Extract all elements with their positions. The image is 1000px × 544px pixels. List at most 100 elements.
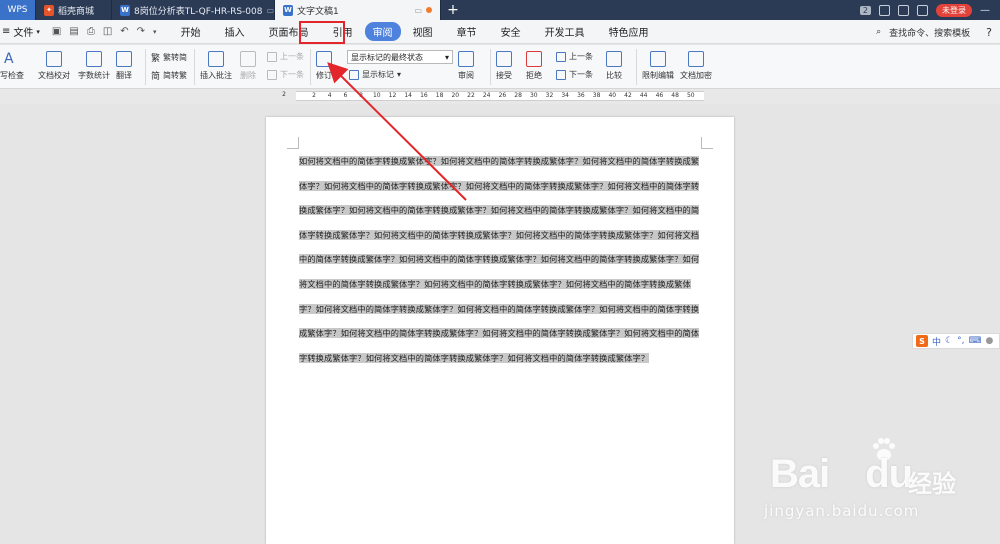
moon-icon[interactable]: ☾: [945, 336, 953, 346]
window-count-badge[interactable]: 2: [859, 5, 871, 15]
translate-button[interactable]: 翻译: [116, 51, 132, 81]
simp-to-trad-button[interactable]: 简 简转繁: [151, 69, 187, 82]
print-preview-icon[interactable]: ◫: [103, 26, 112, 37]
chevron-down-icon[interactable]: ▾: [153, 28, 157, 36]
chevron-down-icon: ▾: [36, 27, 40, 36]
menu-insert[interactable]: 插入: [213, 20, 257, 44]
simp-to-trad-icon: 简: [151, 72, 161, 82]
chevron-down-icon: ▾: [397, 70, 402, 79]
ime-toolbar[interactable]: S 中 ☾ °, ⌨ ●: [912, 333, 1000, 349]
menu-review[interactable]: 审阅: [359, 20, 407, 44]
restrict-editing-button[interactable]: 限制编辑: [642, 51, 674, 81]
ruler-tick-label: 32: [545, 92, 554, 99]
undo-icon[interactable]: ↶: [120, 26, 128, 37]
trad-to-simp-icon: 繁: [151, 54, 161, 64]
show-markup-button[interactable]: 显示标记 ▾: [349, 69, 401, 80]
ruler-tick-label: 28: [514, 92, 522, 99]
login-button[interactable]: 未登录: [936, 3, 972, 17]
shirt-icon[interactable]: [898, 4, 909, 16]
keyboard-icon[interactable]: ⌨: [968, 336, 981, 346]
spell-check-icon: A: [4, 51, 14, 67]
ruler-tick-label: 46: [655, 92, 664, 99]
menu-home[interactable]: 开始: [169, 20, 213, 44]
compare-icon: [606, 51, 622, 67]
ime-mode[interactable]: 中: [932, 335, 941, 348]
reject-button[interactable]: 拒绝: [526, 51, 542, 81]
punctuation-icon[interactable]: °,: [957, 336, 964, 346]
save-icon[interactable]: ▣: [52, 26, 61, 37]
ruler-tick-label: 6: [343, 92, 348, 99]
ruler-tick-label: 22: [467, 92, 475, 99]
next-comment-button[interactable]: 下一条: [267, 69, 304, 80]
ruler-tick-label: 14: [404, 92, 413, 99]
minimize-icon[interactable]: —: [980, 5, 990, 16]
ruler-tick-label: 34: [561, 92, 570, 99]
settings-icon[interactable]: [917, 4, 928, 16]
margin-corner-mark: [287, 137, 299, 149]
track-changes-button[interactable]: 修订: [316, 51, 332, 81]
file-menu[interactable]: ≡ 文件 ▾: [0, 24, 46, 39]
next-change-button[interactable]: 下一条: [556, 69, 593, 80]
encrypt-document-button[interactable]: 文档加密: [680, 51, 712, 81]
compare-button[interactable]: 比较: [606, 51, 622, 81]
tab-wps[interactable]: WPS: [0, 0, 36, 20]
print-icon[interactable]: ⎙: [87, 26, 95, 37]
next-change-icon: [556, 69, 566, 80]
next-comment-icon: [267, 69, 277, 80]
redo-icon[interactable]: ↷: [137, 26, 145, 37]
selected-text[interactable]: 如何将文档中的简体字转换成繁体字？如何将文档中的简体字转换成繁体字？如何将文档中…: [299, 156, 700, 363]
accept-icon: [496, 51, 512, 67]
ruler-tick-label: 36: [577, 92, 585, 99]
writer-doc-icon: W: [283, 4, 293, 16]
menu-developer[interactable]: 开发工具: [533, 20, 597, 44]
comment-icon: [208, 51, 224, 67]
trad-to-simp-button[interactable]: 繁 繁转简: [151, 51, 187, 64]
word-count-button[interactable]: 字数统计: [78, 51, 110, 81]
document-page[interactable]: 如何将文档中的简体字转换成繁体字？如何将文档中的简体字转换成繁体字？如何将文档中…: [266, 117, 734, 544]
prev-change-button[interactable]: 上一条: [556, 51, 593, 62]
ruler-track: 2 4 6 8 10 12 14 16 18 20 22 24 26 28 30 32 34 36 38 40 42 44…: [296, 91, 704, 101]
tab-docer-store[interactable]: ✦ 稻壳商城: [36, 0, 112, 20]
quick-access: ▣ ▤ ⎙ ◫ ↶ ↷ ▾: [46, 26, 169, 37]
delete-comment-button[interactable]: 删除: [240, 51, 256, 81]
tab-current-doc[interactable]: W 文字文稿1 ▭: [275, 0, 441, 20]
proofread-button[interactable]: 文档校对: [38, 51, 70, 81]
ribbon-separator: [310, 49, 311, 85]
accept-button[interactable]: 接受: [496, 51, 512, 81]
ruler-tick-label: 24: [482, 92, 491, 99]
markup-display-select[interactable]: 显示标记的最终状态 ▾: [347, 50, 453, 64]
insert-comment-button[interactable]: 插入批注: [200, 51, 232, 81]
docer-flame-icon: ✦: [44, 4, 54, 16]
prev-change-icon: [556, 51, 566, 62]
tab-job-analysis[interactable]: W 8岗位分析表TL-QF-HR-RS-008 ▭: [112, 0, 275, 20]
command-search[interactable]: 查找命令、搜索模板: [889, 26, 970, 39]
horizontal-ruler[interactable]: 2 2 4 6 8 10 12 14 16 18 20 22 24 26 28 30 32 34 36 38 40 42…: [0, 89, 1000, 104]
ruler-tick-label: 20: [451, 92, 460, 99]
reviewing-pane-button[interactable]: 审阅: [458, 51, 474, 81]
word-count-icon: [86, 51, 102, 67]
spell-check-button[interactable]: A 写检查: [0, 51, 24, 81]
show-markup-icon: [349, 69, 359, 80]
title-bar: WPS ✦ 稻壳商城 W 8岗位分析表TL-QF-HR-RS-008 ▭ W 文…: [0, 0, 1000, 20]
reviewing-pane-icon: [458, 51, 474, 67]
menu-security[interactable]: 安全: [489, 20, 533, 44]
search-icon[interactable]: ⌕: [876, 27, 881, 37]
monitor-icon[interactable]: ▭: [266, 6, 274, 15]
user-icon[interactable]: ●: [985, 336, 993, 346]
skin-icon[interactable]: [879, 4, 890, 16]
monitor-icon[interactable]: ▭: [414, 6, 422, 15]
prev-comment-button[interactable]: 上一条: [267, 51, 304, 62]
menu-special[interactable]: 特色应用: [597, 20, 661, 44]
delete-comment-icon: [240, 51, 256, 67]
menu-section[interactable]: 章节: [445, 20, 489, 44]
ribbon-separator: [145, 49, 146, 85]
export-pdf-icon[interactable]: ▤: [69, 26, 78, 37]
unsaved-dot: [426, 7, 432, 13]
ruler-tick-label: 44: [639, 92, 648, 99]
help-icon[interactable]: ?: [986, 26, 992, 39]
document-body[interactable]: 如何将文档中的简体字转换成繁体字？如何将文档中的简体字转换成繁体字？如何将文档中…: [299, 149, 701, 370]
new-tab-button[interactable]: +: [441, 0, 465, 20]
ruler-tick-label: 18: [435, 92, 444, 99]
baidu-watermark: Bai du 经验 jingyan.baidu.com: [750, 430, 990, 530]
menu-view[interactable]: 视图: [407, 20, 445, 44]
